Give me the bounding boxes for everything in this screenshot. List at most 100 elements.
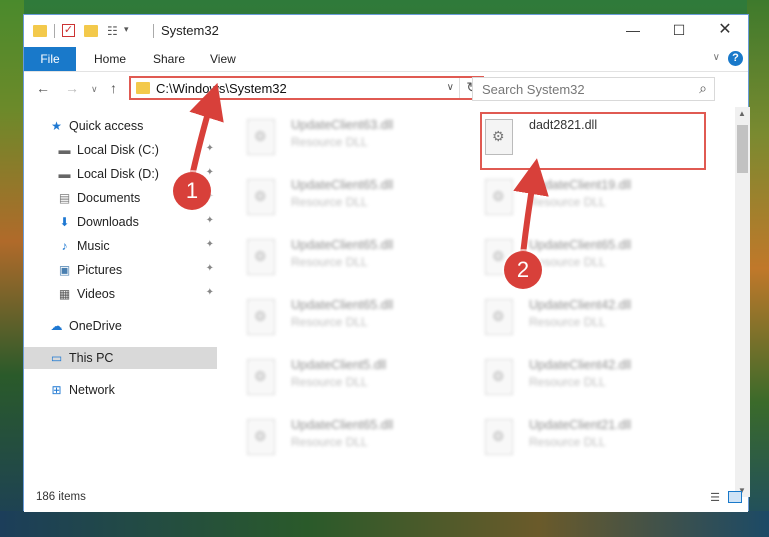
sidebar-item-label: Pictures — [77, 263, 123, 277]
sidebar-item-this-pc[interactable]: ▭ This PC — [24, 347, 217, 369]
file-name: UpdateClient21.dll — [529, 418, 632, 432]
sidebar-item-downloads[interactable]: ⬇ Downloads ✦ — [24, 211, 217, 233]
search-placeholder: Search System32 — [482, 82, 585, 97]
details-view-icon[interactable]: ☰ — [710, 491, 720, 504]
file-name: UpdateClient42.dll — [529, 358, 632, 372]
up-button[interactable]: ↑ — [110, 80, 117, 96]
drive-icon: ▬ — [58, 143, 71, 157]
file-name: UpdateClient65.dll — [291, 238, 394, 252]
network-icon: ⊞ — [51, 383, 62, 397]
sidebar-item-quick-access[interactable]: ★ Quick access — [24, 115, 217, 137]
file-type: Resource DLL — [291, 135, 368, 149]
file-item[interactable]: UpdateClient5.dll Resource DLL — [239, 355, 469, 403]
tab-view[interactable]: View — [210, 47, 236, 71]
address-bar[interactable]: C:\Windows\System32 ∨ ↻ — [129, 76, 484, 100]
sidebar-item-music[interactable]: ♪ Music ✦ — [24, 235, 217, 257]
pictures-icon: ▣ — [58, 263, 71, 277]
file-item[interactable]: UpdateClient65.dll Resource DLL — [239, 295, 469, 343]
desktop-background-right — [747, 0, 769, 537]
quick-access-customize-icon[interactable]: ☷ — [107, 24, 121, 38]
minimize-button[interactable]: — — [610, 15, 656, 47]
sidebar-item-label: Local Disk (C:) — [77, 143, 159, 157]
sidebar-item-pictures[interactable]: ▣ Pictures ✦ — [24, 259, 217, 281]
sidebar-item-label: Documents — [77, 191, 141, 205]
search-icon[interactable]: ⌕ — [699, 80, 707, 97]
large-icons-view-icon[interactable] — [728, 491, 742, 503]
vertical-scrollbar[interactable]: ▲ ▼ — [735, 107, 750, 497]
sidebar-item-label: Downloads — [77, 215, 139, 229]
pin-icon[interactable]: ✦ — [206, 167, 214, 178]
sidebar-item-onedrive[interactable]: ☁ OneDrive — [24, 315, 217, 337]
dll-file-icon — [247, 359, 275, 395]
tab-share[interactable]: Share — [153, 47, 185, 71]
file-type: Resource DLL — [291, 195, 368, 209]
tab-file[interactable]: File — [24, 47, 76, 71]
tab-home[interactable]: Home — [94, 47, 126, 71]
pin-icon[interactable]: ✦ — [206, 287, 214, 298]
file-name: UpdateClient5.dll — [291, 358, 387, 372]
file-type: Resource DLL — [291, 315, 368, 329]
navigation-pane: ★ Quick access ▬ Local Disk (C:) ✦ ▬ Loc… — [24, 107, 217, 497]
scroll-up-icon[interactable]: ▲ — [738, 109, 746, 118]
properties-check-icon[interactable]: ✓ — [62, 24, 75, 37]
file-item[interactable]: UpdateClient21.dll Resource DLL — [477, 415, 707, 463]
expand-ribbon-icon[interactable]: ∨ — [713, 52, 720, 63]
file-type: Resource DLL — [291, 435, 368, 449]
pin-icon[interactable]: ✦ — [206, 215, 214, 226]
close-button[interactable]: ✕ — [702, 15, 748, 47]
back-button[interactable]: ← — [36, 80, 50, 96]
sidebar-item-network[interactable]: ⊞ Network — [24, 379, 217, 401]
step-badge-2: 2 — [504, 251, 542, 289]
ribbon-tabs: File Home Share View ∨ ? — [24, 47, 748, 72]
file-item[interactable]: UpdateClient19.dll Resource DLL — [477, 175, 707, 223]
search-input[interactable]: Search System32 ⌕ — [472, 77, 715, 101]
file-name: UpdateClient65.dll — [291, 298, 394, 312]
scroll-thumb[interactable] — [737, 125, 748, 173]
dll-file-icon — [485, 419, 513, 455]
recent-locations-icon[interactable]: ∨ — [91, 84, 98, 95]
toolbar-divider — [54, 24, 55, 38]
sidebar-item-local-disk-c[interactable]: ▬ Local Disk (C:) ✦ — [24, 139, 217, 161]
onedrive-icon: ☁ — [50, 319, 63, 333]
file-name: UpdateClient19.dll — [529, 178, 632, 192]
pin-icon[interactable]: ✦ — [206, 263, 214, 274]
dll-file-icon — [247, 119, 275, 155]
file-name: UpdateClient63.dll — [291, 118, 394, 132]
file-item[interactable]: UpdateClient63.dll Resource DLL — [239, 115, 469, 163]
sidebar-item-label: Local Disk (D:) — [77, 167, 159, 181]
downloads-icon: ⬇ — [59, 215, 70, 229]
pin-icon[interactable]: ✦ — [206, 239, 214, 250]
new-folder-icon[interactable] — [84, 25, 98, 37]
step-badge-1: 1 — [173, 172, 211, 210]
item-count: 186 items — [36, 491, 86, 503]
address-divider — [459, 78, 460, 98]
file-item[interactable]: UpdateClient65.dll Resource DLL — [239, 415, 469, 463]
address-dropdown-icon[interactable]: ∨ — [447, 82, 454, 93]
file-item[interactable]: UpdateClient42.dll Resource DLL — [477, 295, 707, 343]
file-type: Resource DLL — [529, 195, 606, 209]
quick-access-dropdown-icon[interactable]: ▾ — [124, 24, 129, 40]
file-item[interactable]: UpdateClient42.dll Resource DLL — [477, 355, 707, 403]
file-name: UpdateClient42.dll — [529, 298, 632, 312]
sidebar-item-videos[interactable]: ▦ Videos ✦ — [24, 283, 217, 305]
file-item[interactable]: UpdateClient65.dll Resource DLL — [239, 175, 469, 223]
drive-icon: ▬ — [58, 167, 71, 181]
address-path[interactable]: C:\Windows\System32 — [156, 81, 287, 96]
pin-icon[interactable]: ✦ — [206, 143, 214, 154]
file-item[interactable]: UpdateClient65.dll Resource DLL — [239, 235, 469, 283]
dll-file-icon — [247, 179, 275, 215]
music-icon: ♪ — [61, 239, 68, 253]
dll-file-icon — [485, 359, 513, 395]
sidebar-item-label: Quick access — [69, 119, 144, 133]
file-type: Resource DLL — [529, 315, 606, 329]
file-name: UpdateClient65.dll — [291, 178, 394, 192]
sidebar-item-label: OneDrive — [69, 319, 122, 333]
forward-button[interactable]: → — [65, 80, 79, 96]
status-bar: 186 items ☰ — [24, 491, 748, 512]
help-icon[interactable]: ? — [728, 51, 743, 66]
desktop-background-left — [0, 0, 24, 537]
star-icon: ★ — [51, 119, 62, 133]
sidebar-item-label: Music — [77, 239, 110, 253]
folder-icon — [33, 25, 47, 37]
maximize-button[interactable]: ☐ — [656, 15, 702, 47]
